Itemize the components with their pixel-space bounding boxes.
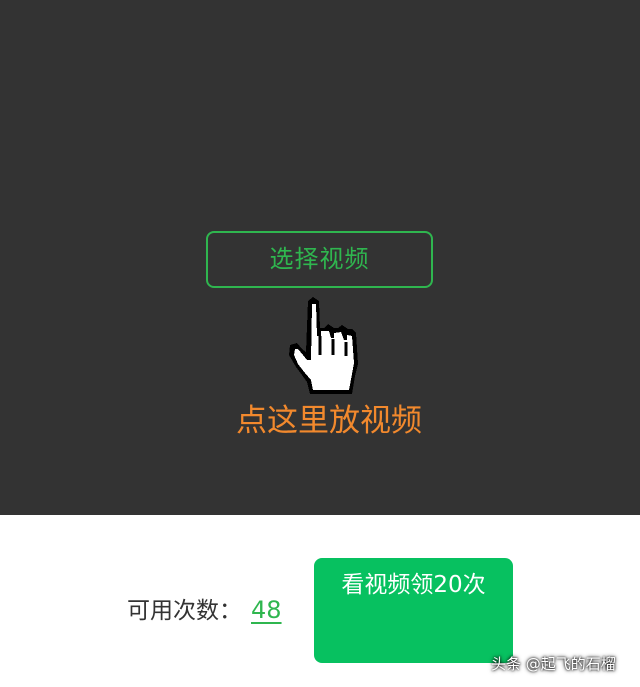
available-count-link[interactable]: 48 — [251, 592, 282, 628]
video-upload-hint: 点这里放视频 — [236, 403, 422, 439]
select-video-button[interactable]: 选择视频 — [206, 231, 433, 288]
watch-video-reward-button[interactable]: 看视频领20次 — [314, 558, 513, 663]
pointing-hand-icon — [289, 297, 358, 394]
source-watermark: 头条 @起飞的石榴 — [491, 655, 616, 673]
available-count-label: 可用次数： — [127, 598, 242, 624]
app-screen: 选择视频 点这里放视频 可用次数： 48 看视频领20次 头条 @起飞的石榴 — [0, 0, 640, 687]
video-preview-area[interactable]: 选择视频 点这里放视频 — [0, 0, 640, 515]
